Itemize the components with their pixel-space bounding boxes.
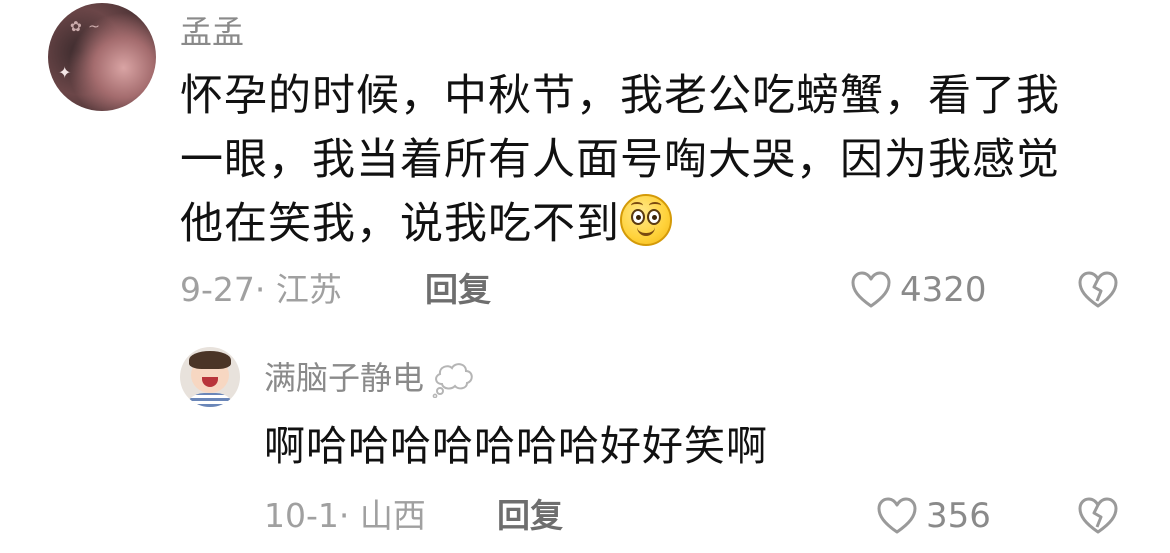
reply-meta: 10-1· 山西 xyxy=(264,496,426,535)
commenter-avatar[interactable]: ✿ ~ ✦ xyxy=(48,3,156,111)
reply-location: 山西 xyxy=(359,496,426,535)
like-button[interactable]: 4320 xyxy=(850,268,987,312)
comment-text-line-content: 他在笑我，说我吃不到 xyxy=(180,199,620,249)
reply-date: 10-1 xyxy=(264,496,339,535)
broken-heart-icon xyxy=(1078,497,1118,534)
heart-icon xyxy=(851,271,891,308)
broken-heart-icon xyxy=(1078,271,1118,308)
comment-text-line: 怀孕的时候，中秋节，我老公吃螃蟹，看了我 xyxy=(180,71,1060,121)
comment-location: 江苏 xyxy=(275,270,342,309)
reply-like-button[interactable]: 356 xyxy=(876,494,991,538)
replier-username-row[interactable]: 满脑子静电 xyxy=(264,356,476,400)
reply-like-count: 356 xyxy=(926,496,991,536)
comment-text: 怀孕的时候，中秋节，我老公吃螃蟹，看了我 一眼，我当着所有人面号啕大哭，因为我感… xyxy=(180,64,1110,256)
thought-bubble-icon xyxy=(432,363,473,398)
like-count: 4320 xyxy=(900,270,987,310)
comment-text-line: 一眼，我当着所有人面号啕大哭，因为我感觉 xyxy=(180,135,1060,185)
comment-date: 9-27 xyxy=(180,270,255,309)
reply-text: 啊哈哈哈哈哈哈哈好好笑啊 xyxy=(264,422,768,470)
dislike-button[interactable] xyxy=(1076,268,1120,312)
reply-button[interactable]: 回复 xyxy=(425,268,491,312)
comment-meta: 9-27· 江苏 xyxy=(180,270,342,309)
heart-icon xyxy=(877,497,917,534)
smiling-face-emoji-icon xyxy=(620,194,672,246)
comment-text-line: 他在笑我，说我吃不到 xyxy=(180,192,1110,256)
reply-dislike-button[interactable] xyxy=(1076,494,1120,538)
replier-avatar[interactable] xyxy=(180,347,240,407)
commenter-username[interactable]: 孟孟 xyxy=(180,10,244,54)
replier-username[interactable]: 满脑子静电 xyxy=(264,356,424,400)
reply-to-reply-button[interactable]: 回复 xyxy=(497,494,563,538)
